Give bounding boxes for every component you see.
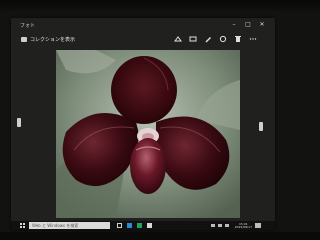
- window-title: フォト: [20, 23, 36, 29]
- view-collection-button[interactable]: コレクションを表示: [21, 36, 75, 43]
- taskbar: Web と Windows を検索 15:01 2015/08/17: [11, 221, 275, 230]
- action-center-icon[interactable]: [255, 223, 261, 228]
- ime-icon[interactable]: [224, 224, 229, 227]
- taskbar-apps: [117, 223, 152, 228]
- delete-icon[interactable]: [234, 35, 242, 43]
- window-controls: – □ ✕: [231, 21, 265, 28]
- room-background-bottom: [0, 232, 320, 240]
- system-tray: 15:01 2015/08/17: [210, 222, 261, 229]
- rotate-icon[interactable]: [219, 35, 227, 43]
- maximize-button[interactable]: □: [245, 21, 251, 28]
- search-input[interactable]: Web と Windows を検索: [29, 222, 110, 229]
- orchid-photo: [56, 50, 240, 218]
- slideshow-icon[interactable]: [189, 35, 197, 43]
- collection-label: コレクションを表示: [30, 37, 76, 43]
- collection-icon: [21, 37, 27, 42]
- clock[interactable]: 15:01 2015/08/17: [234, 222, 252, 229]
- start-icon[interactable]: [20, 223, 25, 228]
- next-photo-button[interactable]: [259, 122, 263, 131]
- minimize-button[interactable]: –: [231, 21, 237, 28]
- monitor-screen: フォト – □ ✕ コレクションを表示 Web と Windows を検索 15…: [11, 18, 275, 230]
- edit-icon[interactable]: [204, 35, 212, 43]
- close-button[interactable]: ✕: [259, 21, 265, 28]
- photo-toolbar: [174, 35, 257, 43]
- network-icon[interactable]: [210, 224, 215, 227]
- task-view-icon[interactable]: [117, 223, 122, 228]
- clock-date: 2015/08/17: [234, 224, 252, 229]
- photo-canvas: [56, 50, 240, 218]
- share-icon[interactable]: [174, 35, 182, 43]
- window-titlebar: フォト – □ ✕: [11, 18, 275, 32]
- volume-icon[interactable]: [217, 224, 222, 227]
- store-icon[interactable]: [137, 223, 142, 228]
- edge-icon[interactable]: [127, 223, 132, 228]
- more-icon[interactable]: [249, 35, 257, 43]
- photos-app-icon[interactable]: [147, 223, 152, 228]
- app-bar: コレクションを表示: [11, 32, 275, 50]
- previous-photo-button[interactable]: [17, 118, 21, 127]
